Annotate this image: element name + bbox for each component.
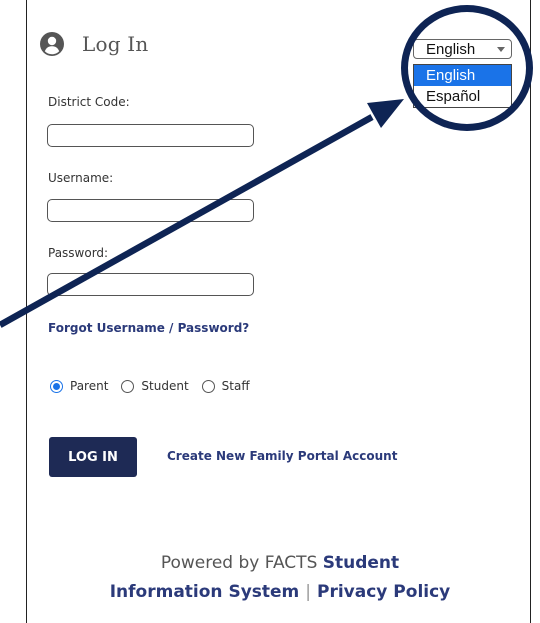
language-select[interactable]: English: [413, 39, 512, 59]
page: Log In District Code: Username: Password…: [0, 0, 540, 623]
radio-student[interactable]: [121, 379, 135, 393]
login-title: Log In: [82, 32, 149, 56]
username-label: Username:: [48, 171, 114, 185]
footer-line-2: Information System | Privacy Policy: [60, 578, 500, 607]
radio-staff-label: Staff: [221, 379, 250, 393]
password-input[interactable]: [47, 273, 254, 296]
footer: Powered by FACTS Student Information Sys…: [60, 549, 500, 607]
username-input[interactable]: [47, 199, 254, 222]
user-circle-icon: [40, 32, 64, 56]
login-header: Log In: [40, 32, 148, 56]
chevron-down-icon: [497, 47, 505, 52]
sis-link-part2[interactable]: Information System: [110, 582, 300, 602]
footer-line-1: Powered by FACTS Student: [60, 549, 500, 578]
district-code-label: District Code:: [48, 95, 130, 109]
create-account-link[interactable]: Create New Family Portal Account: [167, 449, 397, 463]
radio-staff[interactable]: [201, 379, 215, 393]
privacy-policy-link[interactable]: Privacy Policy: [317, 582, 450, 602]
password-label: Password:: [48, 246, 109, 260]
language-option-espanol[interactable]: Español: [414, 86, 511, 107]
district-code-input[interactable]: [47, 124, 254, 147]
forgot-credentials-link[interactable]: Forgot Username / Password?: [48, 321, 249, 335]
login-button[interactable]: LOG IN: [49, 437, 137, 477]
language-select-value: English: [426, 40, 476, 58]
role-option-student[interactable]: Student: [121, 379, 189, 393]
role-option-staff[interactable]: Staff: [201, 379, 250, 393]
radio-parent[interactable]: [50, 379, 63, 393]
radio-parent-label: Parent: [70, 379, 109, 393]
footer-separator: |: [305, 582, 311, 602]
radio-student-label: Student: [141, 379, 189, 393]
powered-by-text: Powered by FACTS: [160, 553, 323, 573]
language-dropdown: English Español: [413, 64, 512, 108]
language-option-english[interactable]: English: [414, 65, 511, 86]
role-radio-group: Parent Student Staff: [50, 379, 263, 393]
role-option-parent[interactable]: Parent: [50, 379, 108, 393]
sis-link-part1[interactable]: Student: [323, 553, 399, 573]
